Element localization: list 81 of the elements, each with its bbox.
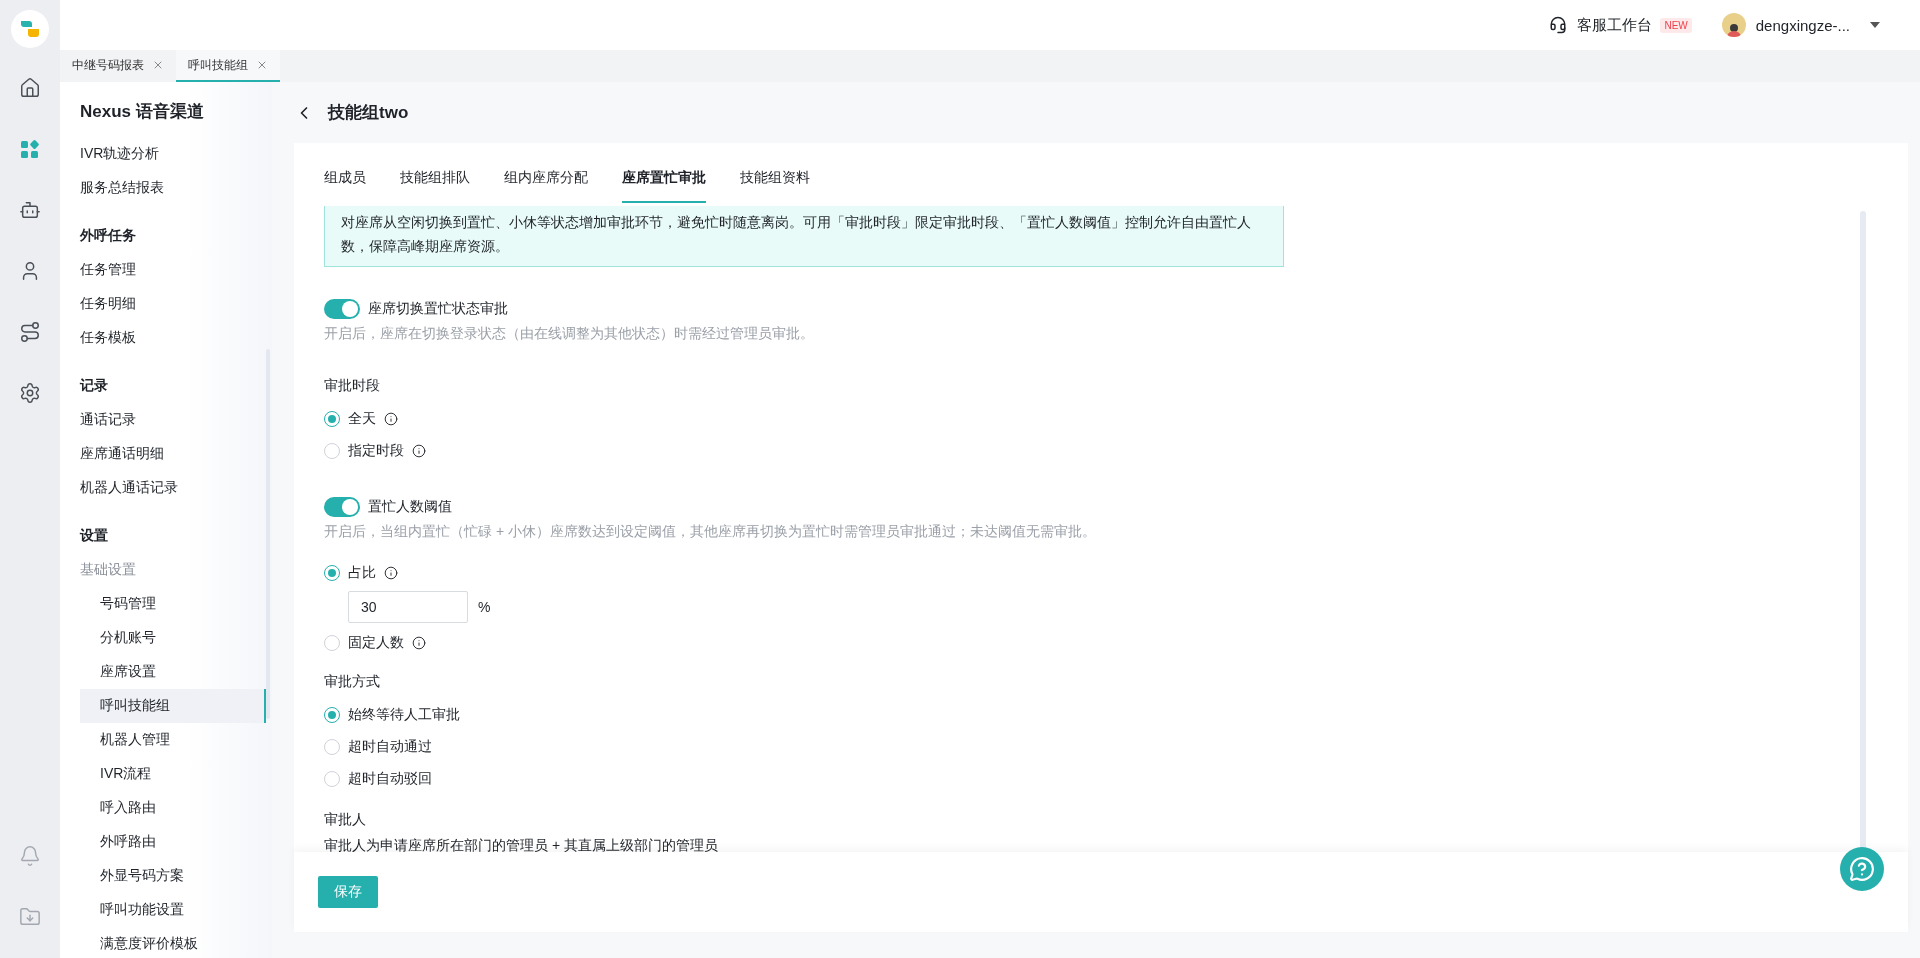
sidebar-title: Nexus 语音渠道 [80, 101, 205, 123]
radio-option[interactable]: 超时自动通过 [324, 731, 1908, 763]
radio-option[interactable]: 占比 [324, 557, 1908, 589]
sidebar-item[interactable]: 满意度评价模板 [80, 927, 266, 958]
radio-option[interactable]: 全天 [324, 403, 1908, 435]
description: 开启后，当组内置忙（忙碌 + 小休）座席数达到设定阈值，其他座席再切换为置忙时需管理员审批通过；未达阈值无需审批。 [324, 523, 1097, 541]
tab[interactable]: 座席置忙审批 [622, 169, 706, 203]
toggle-switch[interactable] [324, 497, 360, 517]
toggle-label: 座席切换置忙状态审批 [368, 300, 508, 318]
unit-label: % [478, 599, 491, 615]
info-icon[interactable] [412, 444, 426, 458]
toggle-switch[interactable] [324, 299, 360, 319]
radio-option[interactable]: 超时自动驳回 [324, 763, 1908, 795]
sidebar-item[interactable]: 呼叫功能设置 [80, 893, 266, 927]
tab[interactable]: 组内座席分配 [504, 169, 588, 203]
close-icon[interactable] [256, 59, 268, 71]
info-icon[interactable] [384, 412, 398, 426]
sidebar-item[interactable]: 任务管理 [80, 253, 266, 287]
sidebar-item[interactable]: 机器人通话记录 [80, 471, 266, 505]
field-label: 审批时段 [324, 377, 381, 395]
sidebar-item[interactable]: 分机账号 [80, 621, 266, 655]
home-icon [19, 77, 41, 99]
option-label: 固定人数 [348, 634, 404, 652]
sidebar-item[interactable]: 号码管理 [80, 587, 266, 621]
option-label: 全天 [348, 410, 376, 428]
toggle-label: 置忙人数阈值 [368, 498, 452, 516]
sidebar-item[interactable]: 通话记录 [80, 403, 266, 437]
sidebar-heading: 记录 [80, 376, 109, 395]
sidebar-item[interactable]: 任务模板 [80, 321, 266, 355]
logo-icon [19, 19, 41, 39]
approver-text: 审批人为申请座席所在部门的管理员 + 其直属上级部门的管理员 [324, 837, 719, 852]
sidebar-item[interactable]: IVR流程 [80, 757, 266, 791]
info-icon[interactable] [412, 636, 426, 650]
sidebar-heading: 外呼任务 [80, 226, 137, 245]
sidebar-item[interactable]: 呼入路由 [80, 791, 266, 825]
ratio-input[interactable]: 30 [348, 591, 468, 623]
option-label: 超时自动驳回 [348, 770, 432, 788]
radio-option[interactable]: 指定时段 [324, 435, 1908, 467]
tab[interactable]: 技能组资料 [740, 169, 810, 203]
radio-option[interactable]: 固定人数 [324, 627, 1908, 659]
sidebar-item[interactable]: 呼叫技能组 [80, 689, 266, 723]
service-desk-link[interactable]: 客服工作台 [1577, 15, 1653, 35]
option-label: 超时自动通过 [348, 738, 432, 756]
option-label: 始终等待人工审批 [348, 706, 460, 724]
bell-icon [19, 845, 41, 867]
user-name[interactable]: dengxingze-... [1755, 16, 1850, 34]
help-icon [1849, 856, 1875, 882]
tab[interactable]: 技能组排队 [400, 169, 470, 203]
user-avatar[interactable] [1721, 13, 1746, 37]
field-label: 审批方式 [324, 673, 381, 691]
tab[interactable]: 组成员 [324, 169, 366, 203]
sidebar-heading: 设置 [80, 526, 109, 545]
page-tab[interactable]: 呼叫技能组 [176, 50, 280, 82]
radio-option[interactable]: 始终等待人工审批 [324, 699, 1908, 731]
route-icon [19, 321, 41, 343]
caret-icon[interactable] [1870, 22, 1880, 28]
download-folder-icon [19, 906, 41, 928]
page-tab[interactable]: 中继号码报表 [60, 50, 176, 82]
help-button[interactable] [1840, 847, 1884, 891]
apps-icon [19, 138, 41, 160]
app-logo[interactable] [11, 10, 49, 48]
sidebar-item[interactable]: 外显号码方案 [80, 859, 266, 893]
field-label: 审批人 [324, 811, 367, 829]
close-icon[interactable] [152, 59, 164, 71]
sidebar-item[interactable]: 外呼路由 [80, 825, 266, 859]
new-badge: NEW [1660, 17, 1692, 33]
sidebar-item[interactable]: 任务明细 [80, 287, 266, 321]
headset-icon[interactable] [1549, 16, 1568, 34]
robot-icon [19, 199, 41, 221]
notice-banner: 对座席从空闲切换到置忙、小休等状态增加审批环节，避免忙时随意离岗。可用「审批时段」限定审批时段、「置忙人数阈值」控制允许自由置忙人数，保障高峰期座席资源。 [324, 206, 1284, 267]
page-title: 技能组two [328, 102, 409, 124]
sidebar-item[interactable]: 机器人管理 [80, 723, 266, 757]
sidebar-item[interactable]: IVR轨迹分析 [80, 137, 266, 171]
description: 开启后，座席在切换登录状态（由在线调整为其他状态）时需经过管理员审批。 [324, 325, 815, 343]
sidebar-item[interactable]: 座席通话明细 [80, 437, 266, 471]
info-icon[interactable] [384, 566, 398, 580]
sidebar-item[interactable]: 座席设置 [80, 655, 266, 689]
sidebar-item[interactable]: 服务总结报表 [80, 171, 266, 205]
option-label: 占比 [348, 564, 376, 582]
settings-icon [19, 382, 41, 404]
option-label: 指定时段 [348, 442, 404, 460]
